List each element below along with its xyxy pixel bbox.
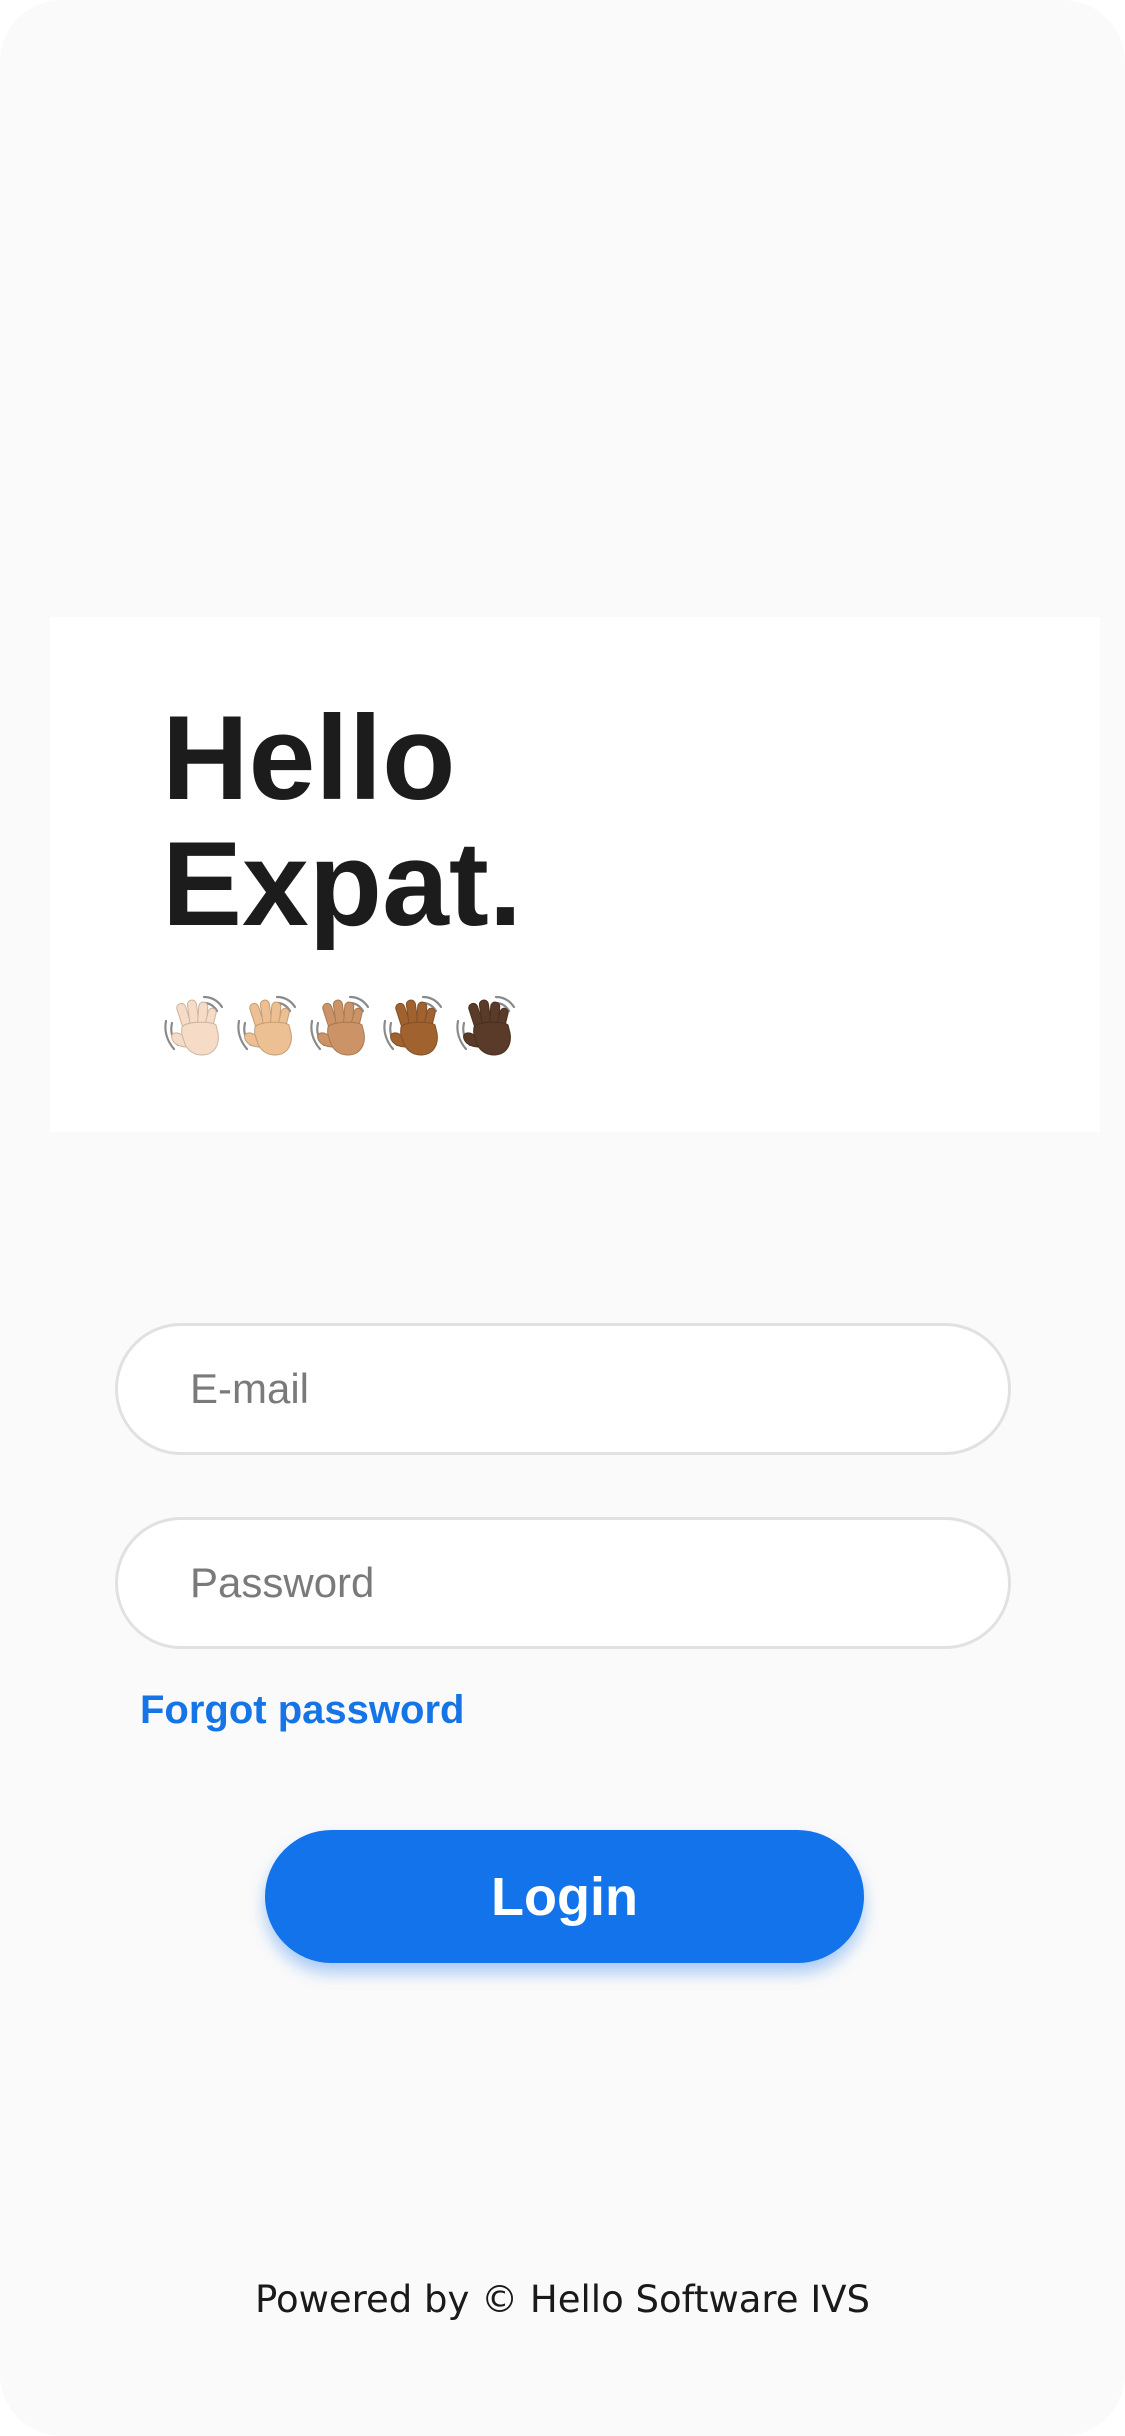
waving-hand-icon bbox=[383, 995, 443, 1056]
title-line-1: Hello bbox=[162, 691, 456, 825]
login-button[interactable]: Login bbox=[265, 1830, 864, 1963]
email-field[interactable] bbox=[115, 1323, 1011, 1455]
password-field[interactable] bbox=[115, 1517, 1011, 1649]
title-line-2: Expat. bbox=[162, 817, 523, 951]
waving-hand-icon bbox=[310, 995, 370, 1056]
waving-hand-icon bbox=[237, 995, 297, 1056]
waving-hand-icon bbox=[164, 995, 224, 1056]
email-input[interactable] bbox=[190, 1326, 970, 1452]
password-input[interactable] bbox=[190, 1520, 970, 1646]
footer-credit: Powered by © Hello Software IVS bbox=[254, 2278, 871, 2321]
waving-hand-icon bbox=[456, 995, 516, 1056]
waving-hands-row bbox=[160, 987, 525, 1067]
login-screen: Hello Expat. Forgot password Login Power… bbox=[0, 0, 1125, 2436]
page-title: Hello Expat. bbox=[162, 695, 522, 947]
hero-card: Hello Expat. bbox=[50, 617, 1100, 1132]
forgot-password-link[interactable]: Forgot password bbox=[140, 1688, 464, 1733]
